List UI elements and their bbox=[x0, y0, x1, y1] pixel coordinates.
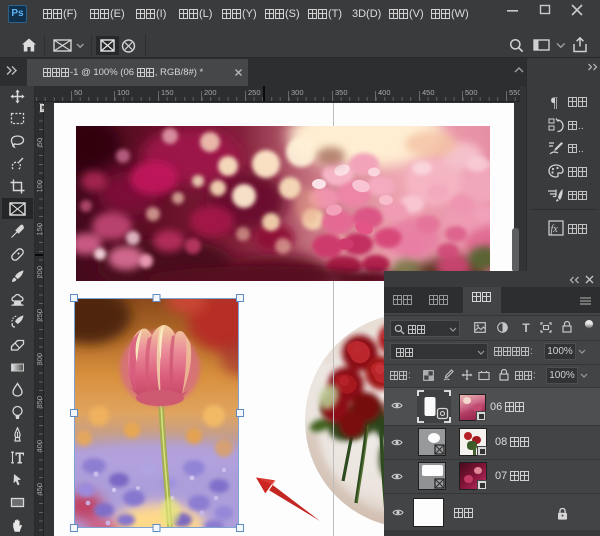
svg-text:¶: ¶ bbox=[551, 95, 558, 109]
svg-text:fx: fx bbox=[551, 224, 559, 235]
